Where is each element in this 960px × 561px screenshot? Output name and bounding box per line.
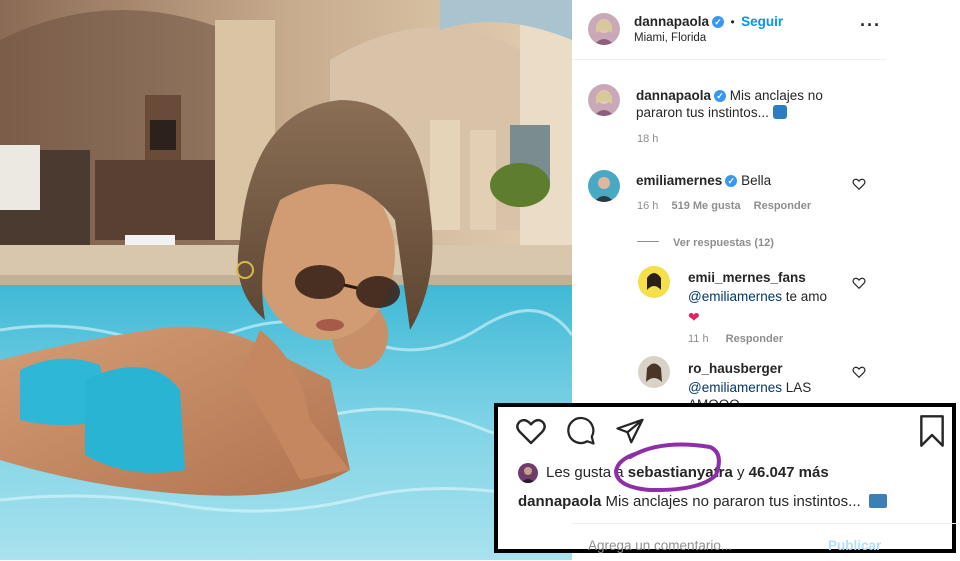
- reply-button[interactable]: Responder: [726, 333, 783, 345]
- author-username[interactable]: dannapaola: [634, 14, 709, 29]
- publish-button[interactable]: Publicar: [828, 538, 881, 553]
- comment-time: 16 h: [637, 200, 659, 212]
- comment-icon[interactable]: [566, 416, 596, 446]
- reply-like-heart-icon[interactable]: [852, 365, 866, 379]
- likes-count[interactable]: 46.047 más: [749, 464, 829, 481]
- likes-suffix: y: [736, 464, 745, 481]
- separator-dot: •: [730, 15, 735, 29]
- author-avatar[interactable]: [588, 13, 620, 45]
- reply-mention[interactable]: @emiliamernes: [688, 380, 782, 395]
- caption-username[interactable]: dannapaola: [636, 88, 711, 103]
- post-photo[interactable]: [0, 0, 572, 560]
- verified-badge-icon: ✓: [714, 90, 727, 102]
- reply-username[interactable]: ro_hausberger: [688, 360, 858, 377]
- comment-avatar[interactable]: [588, 170, 620, 202]
- inset-caption-username[interactable]: dannapaola: [518, 493, 601, 510]
- inset-caption-text: Mis anclajes no pararon tus instintos...: [605, 493, 861, 510]
- reply-mention[interactable]: @emiliamernes: [688, 289, 782, 304]
- view-replies-button[interactable]: Ver respuestas (12): [637, 233, 774, 251]
- highlight-circle-annotation: [613, 442, 721, 493]
- wave-emoji-icon: [868, 494, 887, 508]
- add-comment-bar: Agrega un comentario... Publicar: [572, 523, 960, 561]
- verified-badge-icon: ✓: [725, 175, 738, 187]
- location-link[interactable]: Miami, Florida: [634, 32, 706, 44]
- reply-text: te amo: [785, 289, 828, 304]
- header-divider: [572, 59, 886, 60]
- reply-avatar[interactable]: [638, 356, 670, 388]
- more-options-icon[interactable]: ···: [860, 16, 881, 34]
- reply-1: emii_mernes_fans @emiliamernes te amo ❤: [688, 269, 858, 326]
- reply-time: 11 h: [688, 333, 709, 345]
- reply-button[interactable]: Responder: [754, 200, 811, 212]
- caption: dannapaola ✓ Mis anclajes no pararon tus …: [636, 87, 836, 121]
- liker-avatar[interactable]: [518, 463, 538, 483]
- inset-caption: dannapaola Mis anclajes no pararon tus i…: [518, 493, 887, 510]
- comment-username[interactable]: emiliamernes: [636, 173, 722, 188]
- reply-like-heart-icon[interactable]: [852, 276, 866, 290]
- view-replies-line: [637, 241, 659, 243]
- comment-like-heart-icon[interactable]: [852, 177, 866, 191]
- reply-meta: 11 h Responder: [688, 333, 783, 345]
- caption-time: 18 h: [637, 133, 659, 145]
- bookmark-icon[interactable]: [918, 415, 946, 447]
- comment-input[interactable]: Agrega un comentario...: [588, 538, 732, 553]
- reply-avatar[interactable]: [638, 266, 670, 298]
- heart-icon[interactable]: [515, 415, 547, 447]
- reply-username[interactable]: emii_mernes_fans: [688, 269, 858, 286]
- pool-photo-illustration: [0, 0, 572, 560]
- comment-likes[interactable]: 519 Me gusta: [671, 200, 740, 212]
- comment-1: emiliamernes ✓ Bella: [636, 172, 771, 189]
- comment-meta: 16 h 519 Me gusta Responder: [637, 200, 811, 212]
- comment-text: Bella: [741, 173, 772, 188]
- wave-emoji-icon: [772, 105, 787, 119]
- reply-text: LAS: [785, 380, 812, 395]
- red-heart-emoji-icon: ❤: [688, 309, 700, 325]
- caption-avatar[interactable]: [588, 84, 620, 116]
- view-replies-label: Ver respuestas (12): [673, 237, 774, 249]
- follow-button[interactable]: Seguir: [741, 14, 783, 29]
- verified-badge-icon: ✓: [712, 16, 725, 28]
